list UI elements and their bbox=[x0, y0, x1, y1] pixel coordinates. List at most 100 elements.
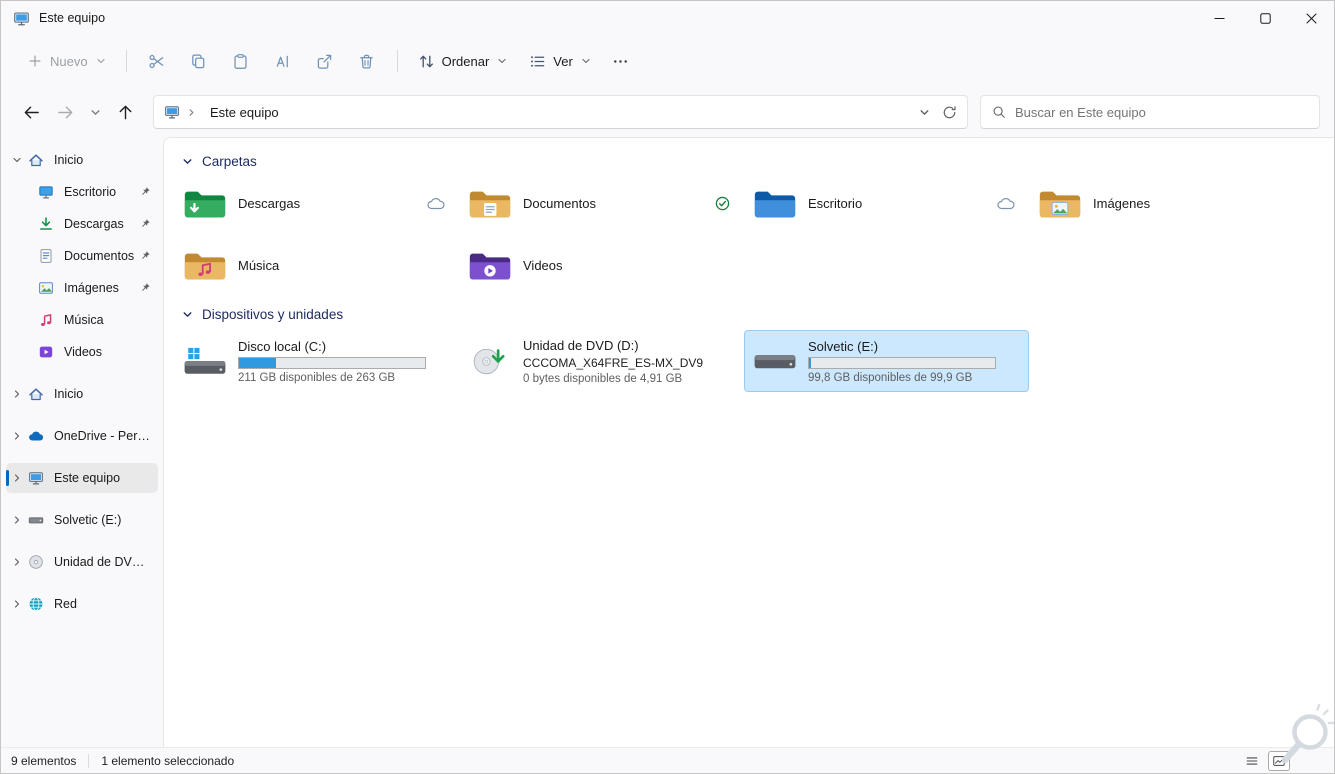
sidebar-item-red[interactable]: Red bbox=[6, 589, 158, 619]
sidebar-item-inicio[interactable]: Inicio bbox=[6, 379, 158, 409]
refresh-button[interactable] bbox=[942, 105, 957, 120]
sidebar-item-inicio[interactable]: Inicio bbox=[6, 145, 158, 175]
sidebar-item-label: Imágenes bbox=[64, 281, 119, 295]
chevron-right-icon[interactable] bbox=[8, 389, 26, 399]
sidebar-item-videos[interactable]: Videos bbox=[6, 337, 158, 367]
chevron-right-icon[interactable] bbox=[8, 431, 26, 441]
close-button[interactable] bbox=[1288, 1, 1334, 35]
sidebar-item-imagenes[interactable]: Imágenes bbox=[6, 273, 158, 303]
maximize-button[interactable] bbox=[1242, 1, 1288, 35]
delete-button[interactable] bbox=[347, 43, 387, 79]
folder-tile-videos[interactable]: Videos bbox=[459, 239, 744, 291]
drive-tile-solvetic-e[interactable]: Solvetic (E:) 99,8 GB disponibles de 99,9… bbox=[744, 330, 1029, 392]
folder-tile-musica[interactable]: Música bbox=[174, 239, 459, 291]
search-input[interactable] bbox=[1015, 104, 1308, 120]
capacity-bar bbox=[238, 356, 426, 369]
sidebar-item-este-equipo[interactable]: Este equipo bbox=[6, 463, 158, 493]
chevron-right-icon[interactable] bbox=[8, 515, 26, 525]
onedrive-icon bbox=[26, 428, 46, 444]
sidebar-item-descargas[interactable]: Descargas bbox=[6, 209, 158, 239]
maximize-icon bbox=[1259, 12, 1271, 24]
folder-documents-icon bbox=[468, 187, 512, 220]
toolbar-separator bbox=[396, 50, 398, 72]
chevron-right-icon[interactable] bbox=[8, 557, 26, 567]
location-icon bbox=[164, 104, 180, 120]
folder-desktop-icon bbox=[753, 187, 797, 220]
copy-icon bbox=[192, 54, 205, 68]
sidebar-item-escritorio[interactable]: Escritorio bbox=[6, 177, 158, 207]
up-button[interactable] bbox=[109, 96, 141, 128]
hard-drive-large-icon bbox=[754, 354, 796, 368]
minimize-icon bbox=[1212, 11, 1227, 26]
folder-name: Música bbox=[238, 257, 280, 273]
chevron-down-icon bbox=[582, 58, 590, 64]
share-icon bbox=[317, 54, 332, 69]
folder-tile-documentos[interactable]: Documentos bbox=[459, 177, 744, 229]
address-dropdown-button[interactable] bbox=[919, 107, 930, 118]
chevron-down-icon bbox=[920, 109, 929, 115]
sidebar-item-label: OneDrive - Personal bbox=[54, 429, 151, 443]
minimize-button[interactable] bbox=[1196, 1, 1242, 35]
home-icon bbox=[29, 154, 43, 167]
share-button[interactable] bbox=[305, 43, 345, 79]
copy-button[interactable] bbox=[179, 43, 219, 79]
home-icon bbox=[29, 388, 43, 401]
search-icon bbox=[993, 106, 1005, 118]
rename-icon bbox=[276, 55, 288, 67]
drive-tile-disco-local-c[interactable]: Disco local (C:) 211 GB disponibles de 26… bbox=[174, 330, 459, 392]
pictures-icon bbox=[39, 282, 53, 294]
large-icons-view-button[interactable] bbox=[1268, 750, 1290, 771]
windows-drive-large-icon bbox=[183, 347, 227, 376]
more-options-button[interactable] bbox=[603, 43, 639, 79]
scissors-icon bbox=[149, 54, 164, 68]
paste-icon bbox=[234, 53, 247, 69]
chevron-down-icon[interactable] bbox=[8, 155, 26, 165]
sidebar-item-label: Documentos bbox=[64, 249, 135, 263]
computer-icon bbox=[165, 106, 179, 119]
chevron-right-icon[interactable] bbox=[8, 473, 26, 483]
back-button[interactable] bbox=[15, 96, 47, 128]
pin-icon bbox=[142, 187, 150, 195]
sort-button[interactable]: Ordenar bbox=[408, 45, 518, 78]
folder-tile-imagenes[interactable]: Imágenes bbox=[1029, 177, 1314, 229]
sidebar-item-label: Solvetic (E:) bbox=[54, 513, 122, 527]
recent-locations-button[interactable] bbox=[83, 96, 107, 128]
view-button[interactable]: Ver bbox=[519, 45, 601, 78]
breadcrumb[interactable]: Este equipo bbox=[203, 102, 286, 123]
chevron-right-icon[interactable] bbox=[8, 599, 26, 609]
chevron-down-icon bbox=[182, 156, 193, 167]
forward-button[interactable] bbox=[49, 96, 81, 128]
statusbar-divider bbox=[88, 753, 90, 768]
section-header[interactable]: Dispositivos y unidades bbox=[174, 299, 1324, 330]
sidebar-item-musica[interactable]: Música bbox=[6, 305, 158, 335]
details-view-button[interactable] bbox=[1241, 751, 1263, 771]
pin-icon bbox=[139, 250, 151, 262]
sidebar-item-label: Inicio bbox=[54, 153, 84, 167]
folder-tile-descargas[interactable]: Descargas bbox=[174, 177, 459, 229]
free-space-text: 211 GB disponibles de 263 GB bbox=[238, 371, 396, 384]
cut-button[interactable] bbox=[137, 43, 177, 79]
paste-button[interactable] bbox=[221, 43, 261, 79]
section-header[interactable]: Carpetas bbox=[174, 146, 1324, 177]
rename-button[interactable] bbox=[263, 43, 303, 79]
dvd-large-icon bbox=[468, 347, 512, 376]
sidebar-item-unidad-de-dvd-d[interactable]: Unidad de DVD (D:) bbox=[6, 547, 158, 577]
folder-tile-escritorio[interactable]: Escritorio bbox=[744, 177, 1029, 229]
home-icon bbox=[26, 386, 46, 402]
sidebar-item-documentos[interactable]: Documentos bbox=[6, 241, 158, 271]
new-button[interactable]: Nuevo bbox=[17, 45, 116, 77]
folder-music-icon bbox=[183, 249, 227, 282]
drive-tile-unidad-de-dvd-d[interactable]: Unidad de DVD (D:) CCCOMA_X64FRE_ES-MX_DV… bbox=[459, 330, 744, 392]
address-bar[interactable]: Este equipo bbox=[153, 95, 968, 129]
drive-name: Unidad de DVD (D:) bbox=[523, 337, 639, 353]
window-icon bbox=[13, 10, 30, 27]
refresh-icon bbox=[942, 105, 957, 120]
chevron-right-icon bbox=[14, 600, 20, 608]
chevron-right-icon bbox=[14, 390, 20, 398]
sidebar-item-solvetic-e[interactable]: Solvetic (E:) bbox=[6, 505, 158, 535]
sidebar-item-onedrive-personal[interactable]: OneDrive - Personal bbox=[6, 421, 158, 451]
home-icon bbox=[26, 152, 46, 168]
desktop-icon bbox=[36, 184, 56, 200]
cloud-status-icon bbox=[426, 196, 450, 211]
file-list-area: Carpetas Descargas Documentos Escritorio Imá… bbox=[163, 137, 1334, 747]
